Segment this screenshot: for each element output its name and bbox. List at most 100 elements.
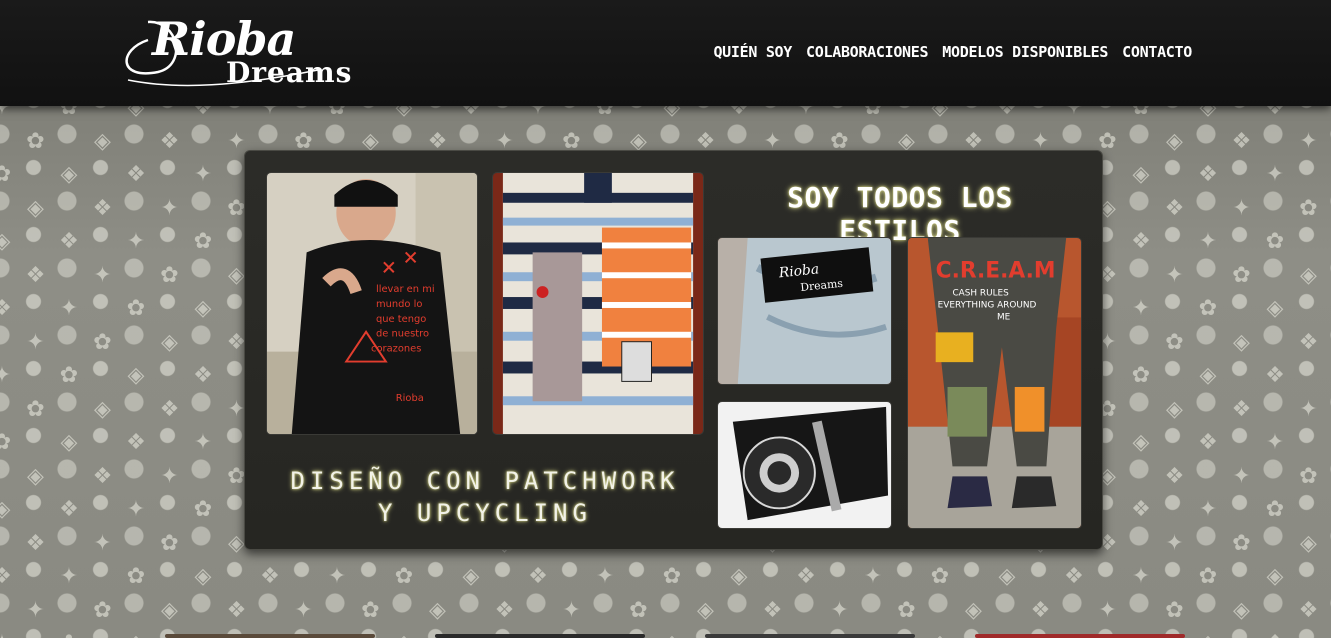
svg-text:de nuestro: de nuestro [376,329,429,340]
monogram-motif-icon: ❖ [59,497,79,522]
monogram-motif-icon: ❖ [126,430,146,455]
svg-text:CASH RULES: CASH RULES [952,289,1009,299]
monogram-motif-icon: ◈ [998,564,1016,589]
hero-card: llevar en mi mundo lo que tengo de nuest… [244,150,1103,550]
monogram-motif-icon: ❖ [1231,396,1252,422]
monogram-motif-icon: ◈ [60,430,78,455]
monogram-motif-icon: ✦ [193,162,213,187]
svg-text:Rioba: Rioba [396,393,424,404]
monogram-motif-icon: ✦ [1198,497,1218,522]
monogram-motif-icon: ✦ [93,530,112,556]
monogram-motif-icon: ✿ [1198,296,1218,321]
monogram-motif-icon: ✦ [59,296,79,321]
monogram-motif-icon: ✿ [1131,106,1151,120]
monogram-motif-icon: ◈ [161,597,178,623]
monogram-motif-icon: ◈ [27,195,44,221]
monogram-motif-icon: ✦ [0,363,12,388]
monogram-motif-icon: ✦ [0,106,12,120]
monogram-motif-icon: ✿ [26,396,45,422]
monogram-motif-icon: ◈ [1166,128,1183,154]
monogram-motif-icon: ◈ [1199,106,1217,120]
monogram-motif-icon: ❖ [126,162,146,187]
monogram-motif-icon: ✦ [1232,463,1251,489]
monogram-motif-icon: ◈ [429,597,446,623]
monogram-motif-icon: ❖ [25,262,46,288]
monogram-motif-icon: ◈ [127,106,145,120]
monogram-motif-icon: ✦ [1232,195,1251,221]
monogram-motif-icon: ✦ [93,262,112,288]
monogram-motif-icon: ◈ [697,597,714,623]
site-logo[interactable]: Rioba Dreams [118,10,351,96]
monogram-motif-icon: ◈ [1196,632,1220,638]
monogram-motif-icon: ✿ [1198,564,1218,589]
monogram-motif-icon: ✿ [595,106,615,120]
monogram-motif-icon: ✦ [126,497,146,522]
monogram-motif-icon: ✿ [26,128,45,154]
monogram-motif-icon: ✦ [1165,530,1184,556]
monogram-motif-icon: ◈ [928,632,952,638]
monogram-motif-icon: ❖ [1263,632,1287,638]
monogram-motif-icon: ❖ [796,564,816,589]
monogram-motif-icon: ◈ [660,632,684,638]
hero-title-patchwork-line1: DISEÑO CON PATCHWORK [290,467,680,495]
monogram-motif-icon: ✦ [1131,296,1151,321]
monogram-motif-icon: ◈ [392,632,416,638]
monogram-motif-icon: ◈ [161,329,178,355]
monogram-motif-icon: ✦ [0,632,14,638]
monogram-motif-icon: ✦ [595,564,615,589]
monogram-motif-icon: ❖ [729,106,749,120]
nav-link-colaboraciones[interactable]: COLABORACIONES [806,43,929,61]
svg-text:ME: ME [997,312,1011,322]
photo-cream-pants[interactable]: C.R.E.A.M CASH RULES EVERYTHING AROUND M… [907,237,1082,529]
monogram-motif-icon: ❖ [159,128,180,154]
monogram-motif-icon: ◈ [1132,430,1150,455]
monogram-motif-icon: ✦ [1131,564,1151,589]
monogram-motif-icon: ❖ [1064,564,1084,589]
monogram-motif-icon: ❖ [193,106,213,120]
next-section-peek-4 [975,634,1185,638]
monogram-motif-icon: ✿ [394,564,414,589]
monogram-motif-icon: ✦ [796,106,816,120]
photo-striped-shirt[interactable] [492,172,704,435]
nav-link-modelos-disponibles[interactable]: MODELOS DISPONIBLES [942,43,1108,61]
monogram-motif-icon: ❖ [92,463,113,489]
monogram-motif-icon: ✦ [1165,262,1184,288]
monogram-motif-icon: ✿ [1299,463,1318,489]
monogram-motif-icon: ✿ [327,106,347,120]
monogram-motif-icon: ◈ [27,463,44,489]
photo-jeans-patch[interactable]: Rioba Dreams [717,237,892,385]
monogram-motif-icon: ✦ [327,564,347,589]
monogram-motif-icon: ✦ [294,597,313,623]
monogram-motif-icon: ✿ [193,497,213,522]
monogram-motif-icon: ✿ [1232,530,1251,556]
monogram-motif-icon: ❖ [1298,597,1319,623]
monogram-motif-icon: ✿ [160,262,179,288]
monogram-motif-icon: ✿ [1131,363,1151,388]
monogram-motif-icon: ❖ [193,363,213,388]
monogram-motif-icon: ◈ [60,162,78,187]
nav-link-contacto[interactable]: CONTACTO [1122,43,1192,61]
monogram-motif-icon: ◈ [1233,597,1250,623]
photo-jacket[interactable]: llevar en mi mundo lo que tengo de nuest… [266,172,478,435]
monogram-motif-icon: ✦ [1299,128,1318,154]
monogram-motif-icon: ✿ [863,106,883,120]
monogram-motif-icon: ❖ [1198,162,1218,187]
monogram-motif-icon: ✦ [1198,229,1218,254]
monogram-motif-icon: ✿ [1165,597,1184,623]
nav-link-quien-soy[interactable]: QUIÉN SOY [713,43,792,61]
monogram-motif-icon: ✦ [1265,162,1285,187]
monogram-motif-icon: ✿ [930,564,950,589]
monogram-motif-icon: ✿ [1265,229,1285,254]
monogram-motif-icon: ◈ [194,296,212,321]
photo-versace-bag[interactable] [717,401,892,529]
pants-cream-text: C.R.E.A.M [936,259,1056,284]
hero-title-patchwork: DISEÑO CON PATCHWORK Y UPCYCLING [265,465,705,529]
monogram-motif-icon: ◈ [0,497,11,522]
monogram-motif-icon: ◈ [931,106,949,120]
monogram-motif-icon: ◈ [1266,564,1284,589]
monogram-motif-icon: ✦ [528,106,548,120]
monogram-motif-icon: ✦ [126,229,146,254]
monogram-motif-icon: ❖ [1265,106,1285,120]
svg-text:mundo lo: mundo lo [376,299,422,310]
jacket-graffiti-text: llevar en mi [376,284,435,295]
